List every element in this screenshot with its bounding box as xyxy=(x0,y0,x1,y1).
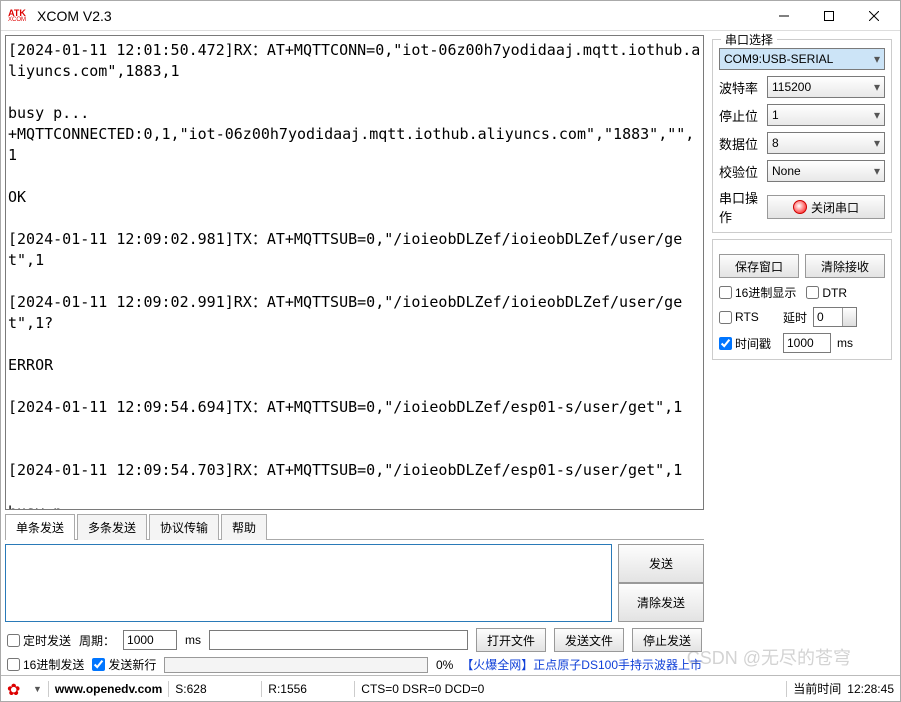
clear-send-button[interactable]: 清除发送 xyxy=(618,583,704,622)
sent-count: S:628 xyxy=(175,682,255,696)
rts-checkbox[interactable]: RTS xyxy=(719,310,777,324)
send-newline-checkbox[interactable]: 发送新行 xyxy=(92,656,156,673)
url-link[interactable]: www.openedv.com xyxy=(55,682,162,696)
send-tabs: 单条发送 多条发送 协议传输 帮助 xyxy=(5,514,704,540)
toggle-port-button[interactable]: 关闭串口 xyxy=(767,195,885,219)
timestamp-input[interactable]: 1000 xyxy=(783,333,831,353)
promo-link[interactable]: 【火爆全网】正点原子DS100手持示波器上市 xyxy=(461,656,702,673)
port-select[interactable]: COM9:USB-SERIAL xyxy=(719,48,885,70)
tab-help[interactable]: 帮助 xyxy=(221,514,267,540)
send-button[interactable]: 发送 xyxy=(618,544,704,583)
dtr-checkbox[interactable]: DTR xyxy=(806,284,847,301)
save-window-button[interactable]: 保存窗口 xyxy=(719,254,799,278)
period-input[interactable]: 1000 xyxy=(123,630,177,650)
send-input[interactable] xyxy=(5,544,612,622)
clear-receive-button[interactable]: 清除接收 xyxy=(805,254,885,278)
window-title: XCOM V2.3 xyxy=(37,8,761,24)
period-label: 周期： xyxy=(79,632,115,649)
line-status: CTS=0 DSR=0 DCD=0 xyxy=(361,682,780,696)
file-path-input[interactable] xyxy=(209,630,468,650)
gear-icon[interactable]: ✿ xyxy=(7,680,25,698)
current-time: 12:28:45 xyxy=(847,682,894,696)
control-group: 保存窗口 清除接收 16进制显示 DTR RTS 延时 0 时间戳 1000 m… xyxy=(712,239,892,360)
hex-display-checkbox[interactable]: 16进制显示 xyxy=(719,284,796,301)
status-bar: ✿▼ www.openedv.com S:628 R:1556 CTS=0 DS… xyxy=(1,675,900,701)
minimize-button[interactable] xyxy=(761,2,806,30)
tab-protocol[interactable]: 协议传输 xyxy=(149,514,219,540)
parity-select[interactable]: None xyxy=(767,160,885,182)
titlebar: ATK XCOM XCOM V2.3 xyxy=(1,1,900,31)
send-file-button[interactable]: 发送文件 xyxy=(554,628,624,652)
progress-pct: 0% xyxy=(436,658,453,672)
maximize-button[interactable] xyxy=(806,2,851,30)
recv-count: R:1556 xyxy=(268,682,348,696)
hex-send-checkbox[interactable]: 16进制发送 xyxy=(7,656,84,673)
stopbits-select[interactable]: 1 xyxy=(767,104,885,126)
timestamp-checkbox[interactable]: 时间戳 xyxy=(719,335,777,352)
delay-spin[interactable]: 0 xyxy=(813,307,857,327)
stop-send-button[interactable]: 停止发送 xyxy=(632,628,702,652)
receive-area[interactable]: [2024-01-11 12:01:50.472]RX：AT+MQTTCONN=… xyxy=(5,35,704,510)
app-logo: ATK XCOM xyxy=(5,6,29,26)
tab-multi-send[interactable]: 多条发送 xyxy=(77,514,147,540)
timed-send-checkbox[interactable]: 定时发送 xyxy=(7,632,71,649)
open-file-button[interactable]: 打开文件 xyxy=(476,628,546,652)
databits-select[interactable]: 8 xyxy=(767,132,885,154)
serial-group: 串口选择 COM9:USB-SERIAL 波特率115200 停止位1 数据位8… xyxy=(712,39,892,233)
progress-bar xyxy=(164,657,428,673)
baud-select[interactable]: 115200 xyxy=(767,76,885,98)
tab-single-send[interactable]: 单条发送 xyxy=(5,514,75,540)
close-button[interactable] xyxy=(851,2,896,30)
